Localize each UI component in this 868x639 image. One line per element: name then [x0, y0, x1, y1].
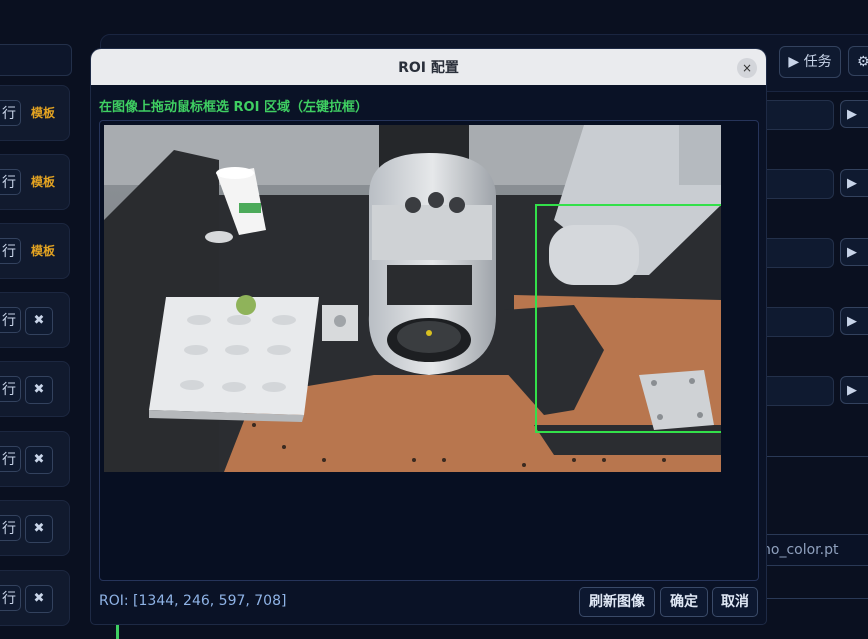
play-button[interactable]: ▶ [840, 307, 868, 335]
dialog-titlebar[interactable]: ROI 配置 × [91, 49, 766, 85]
delete-button[interactable]: ✖ [25, 585, 53, 613]
divider [764, 456, 868, 457]
run-button[interactable]: 行 [0, 376, 21, 402]
param-field[interactable] [760, 376, 834, 406]
divider [764, 598, 868, 599]
play-button[interactable]: ▶ [840, 376, 868, 404]
run-button[interactable]: 行 [0, 169, 21, 195]
play-button[interactable]: ▶ [840, 100, 868, 128]
run-button[interactable]: 行 [0, 307, 21, 333]
cancel-button[interactable]: 取消 [712, 587, 758, 617]
task-search-input[interactable] [0, 44, 72, 76]
template-badge[interactable]: 模板 [31, 242, 55, 259]
roi-coordinates-readout: ROI: [1344, 246, 597, 708] [99, 593, 287, 609]
param-field[interactable] [760, 238, 834, 268]
task-row: 行 ✖ [0, 361, 70, 417]
template-badge[interactable]: 模板 [31, 104, 55, 121]
task-row: 行 ✖ [0, 570, 70, 626]
param-field[interactable] [760, 100, 834, 130]
run-button[interactable]: 行 [0, 446, 21, 472]
task-row: 行 ✖ [0, 500, 70, 556]
status-indicator [116, 624, 119, 639]
task-row: 行 模板 [0, 85, 70, 141]
task-button[interactable]: ▶ 任务 [779, 46, 841, 78]
param-field[interactable] [760, 169, 834, 199]
close-button[interactable]: × [737, 58, 757, 78]
delete-button[interactable]: ✖ [25, 376, 53, 404]
task-row: 行 模板 [0, 223, 70, 279]
confirm-button[interactable]: 确定 [660, 587, 708, 617]
dialog-title: ROI 配置 [398, 60, 459, 76]
settings-button[interactable]: ⚙ [848, 46, 868, 76]
roi-instruction: 在图像上拖动鼠标框选 ROI 区域（左键拉框） [99, 100, 368, 115]
task-row: 行 模板 [0, 154, 70, 210]
roi-canvas[interactable] [99, 120, 759, 581]
param-field[interactable] [760, 307, 834, 337]
roi-config-dialog: ROI 配置 × 在图像上拖动鼠标框选 ROI 区域（左键拉框） ROI: [1… [91, 49, 766, 624]
task-row: 行 ✖ [0, 292, 70, 348]
template-badge[interactable]: 模板 [31, 173, 55, 190]
task-list-panel: 行 模板 行 模板 行 模板 行 ✖ 行 ✖ 行 ✖ 行 ✖ 行 ✖ [0, 0, 82, 639]
delete-button[interactable]: ✖ [25, 446, 53, 474]
run-button[interactable]: 行 [0, 238, 21, 264]
run-button[interactable]: 行 [0, 515, 21, 541]
play-button[interactable]: ▶ [840, 238, 868, 266]
delete-button[interactable]: ✖ [25, 307, 53, 335]
delete-button[interactable]: ✖ [25, 515, 53, 543]
run-button[interactable]: 行 [0, 585, 21, 611]
model-path-field[interactable]: no_color.pt [760, 534, 868, 566]
refresh-image-button[interactable]: 刷新图像 [579, 587, 655, 617]
run-button[interactable]: 行 [0, 100, 21, 126]
task-row: 行 ✖ [0, 431, 70, 487]
camera-image[interactable] [104, 125, 721, 472]
play-button[interactable]: ▶ [840, 169, 868, 197]
